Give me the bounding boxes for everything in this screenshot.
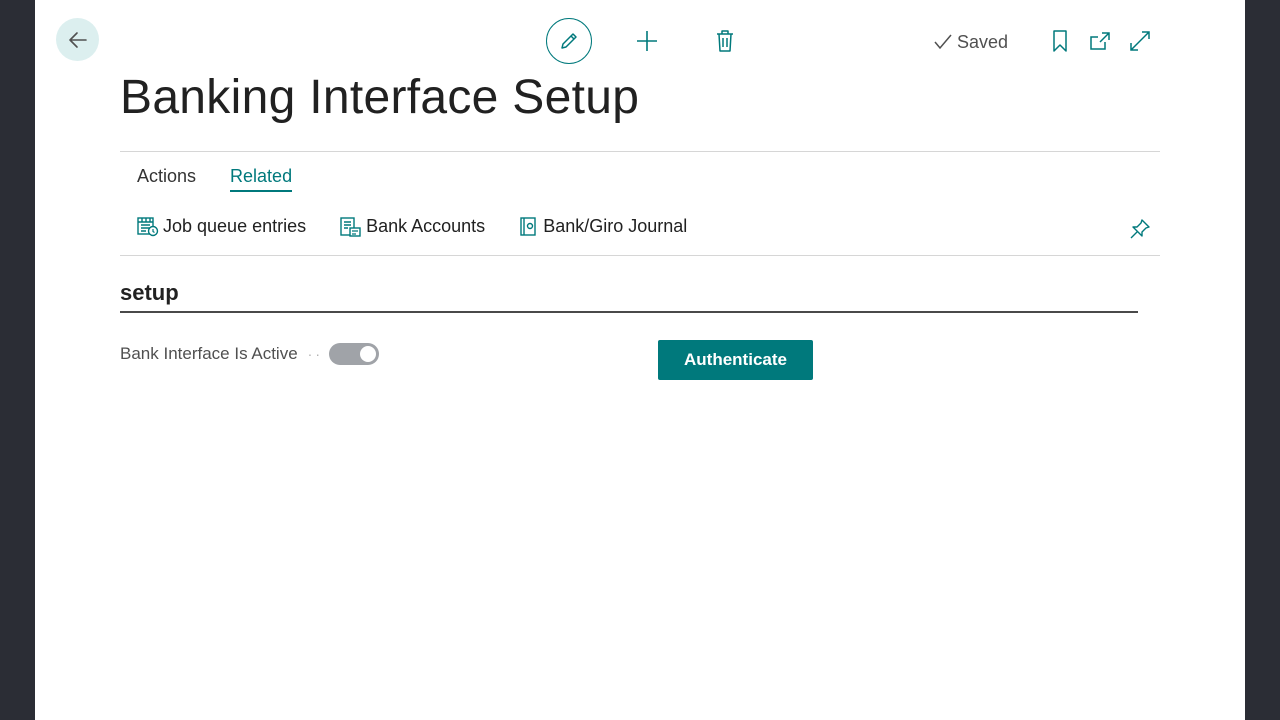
action-tabs: Actions Related — [137, 166, 293, 192]
bank-giro-journal-label: Bank/Giro Journal — [543, 216, 688, 236]
divider — [120, 151, 1160, 152]
toggle-knob — [359, 346, 376, 362]
related-actions: Job queue entries Bank Accounts Bank/Gir… — [137, 216, 687, 237]
open-new-window-button[interactable] — [1087, 28, 1113, 54]
bank-accounts-label: Bank Accounts — [366, 216, 486, 236]
pencil-icon — [561, 33, 577, 49]
section-title[interactable]: setup — [120, 280, 179, 306]
pin-actions-button[interactable] — [1127, 216, 1153, 242]
save-status-text: Saved — [957, 31, 1009, 52]
job-queue-entries-action[interactable]: Job queue entries — [137, 216, 306, 237]
edit-button[interactable] — [546, 18, 592, 64]
journal-icon — [520, 216, 536, 236]
plus-icon — [637, 31, 657, 51]
trash-icon — [717, 30, 733, 52]
back-button[interactable] — [56, 18, 99, 61]
field-leader-dots: ·· — [307, 346, 323, 362]
job-queue-icon — [137, 216, 159, 236]
job-queue-entries-label: Job queue entries — [163, 216, 307, 236]
save-status: Saved — [933, 30, 1008, 54]
field-label: Bank Interface Is Active — [120, 344, 298, 363]
divider — [120, 255, 1160, 256]
bank-accounts-icon — [340, 216, 361, 237]
bookmark-icon — [1053, 30, 1067, 52]
tab-related[interactable]: Related — [230, 166, 293, 192]
checkmark-icon — [934, 34, 952, 50]
expand-icon — [1130, 31, 1150, 51]
pin-icon — [1130, 219, 1150, 239]
new-button[interactable] — [633, 27, 661, 55]
expand-button[interactable] — [1127, 28, 1153, 54]
bank-interface-active-field: Bank Interface Is Active ·· — [120, 343, 379, 365]
delete-button[interactable] — [711, 27, 739, 55]
authenticate-button[interactable]: Authenticate — [658, 340, 813, 380]
tab-actions[interactable]: Actions — [137, 166, 196, 192]
bookmark-button[interactable] — [1047, 28, 1073, 54]
bank-accounts-action[interactable]: Bank Accounts — [340, 216, 485, 237]
bank-interface-active-toggle[interactable] — [328, 343, 379, 365]
page-title: Banking Interface Setup — [120, 71, 640, 124]
page-container: Saved Banking Interface Setup Actions Re… — [35, 0, 1245, 720]
arrow-left-icon — [68, 31, 87, 48]
bank-giro-journal-action[interactable]: Bank/Giro Journal — [519, 216, 687, 237]
popout-icon — [1090, 32, 1110, 50]
section-underline — [120, 311, 1138, 313]
